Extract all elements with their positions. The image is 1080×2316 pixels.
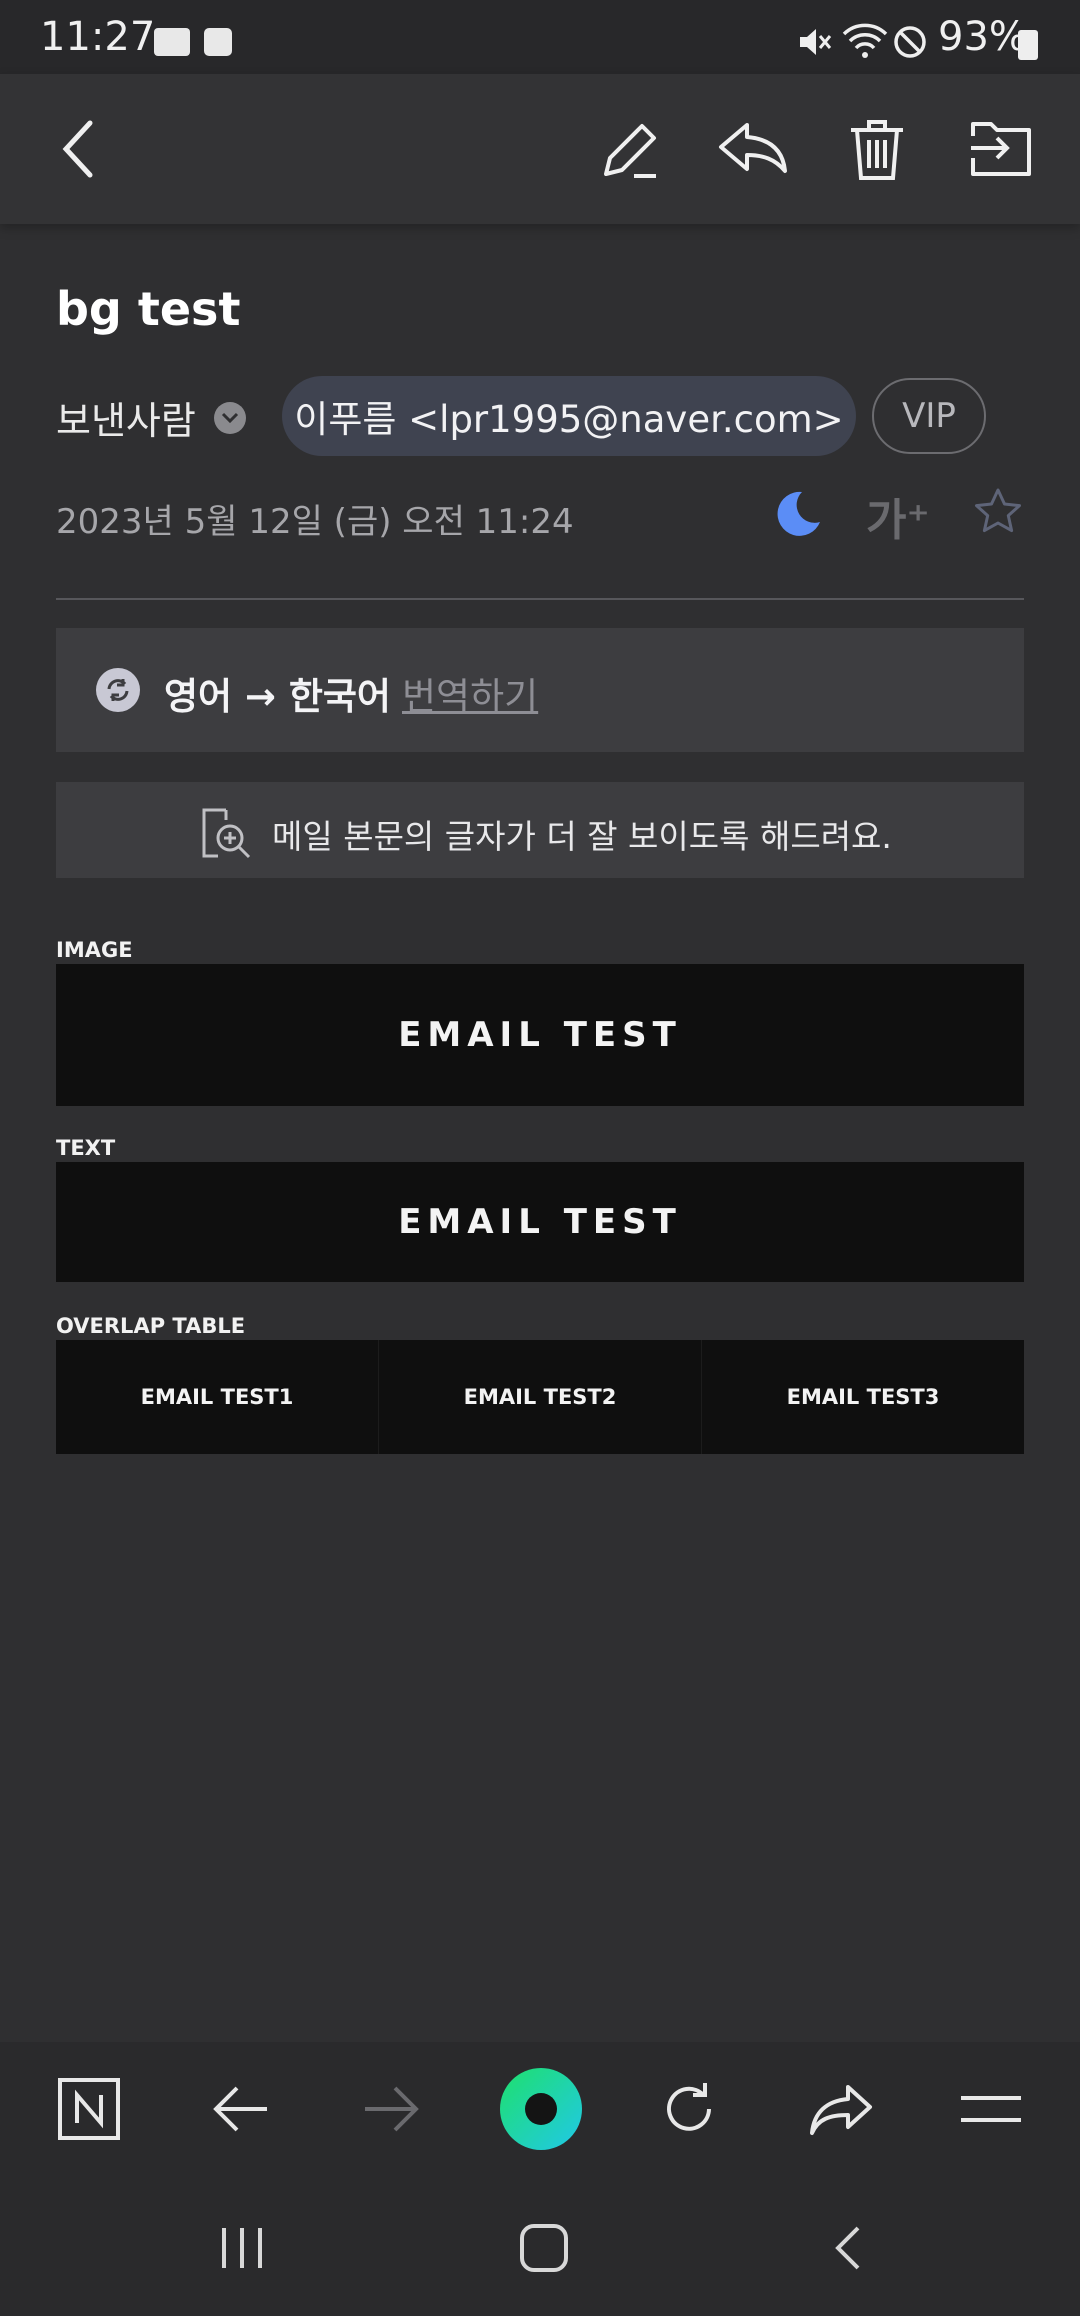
battery-percent: 93% <box>938 14 1027 60</box>
wifi-icon <box>842 23 888 58</box>
move-folder-icon <box>971 122 1031 176</box>
naver-n-icon <box>58 2078 120 2140</box>
email-date: 2023년 5월 12일 (금) 오전 11:24 <box>56 502 574 542</box>
recent-apps-icon[interactable] <box>218 2224 266 2272</box>
share-button[interactable] <box>796 2064 886 2154</box>
menu-icon <box>961 2096 1021 2122</box>
email-test-text: EMAIL TEST <box>56 1162 1024 1282</box>
outlook-notification-icon <box>154 28 190 56</box>
reply-icon <box>719 123 787 173</box>
sender-chip[interactable]: 이푸름 <lpr1995@naver.com> <box>282 376 856 456</box>
translate-link[interactable]: 번역하기 <box>402 666 538 720</box>
browser-forward-button[interactable] <box>346 2064 436 2154</box>
battery-icon <box>1018 30 1038 60</box>
arrow-right-icon <box>365 2086 419 2132</box>
mail-toolbar <box>0 74 1080 224</box>
delete-button[interactable] <box>832 104 922 194</box>
reply-button[interactable] <box>708 104 798 194</box>
trash-icon <box>851 120 903 180</box>
green-dot-icon <box>500 2068 582 2150</box>
edit-button[interactable] <box>586 104 676 194</box>
translate-languages: 영어 → 한국어 <box>164 675 391 718</box>
table-cell: EMAIL TEST2 <box>378 1340 701 1454</box>
star-icon[interactable] <box>972 486 1024 538</box>
naver-home-button[interactable] <box>44 2064 134 2154</box>
vip-button[interactable]: VIP <box>872 378 986 454</box>
status-bar: 11:27 93% <box>0 0 1080 74</box>
header-divider <box>56 598 1024 600</box>
mute-icon <box>800 29 832 55</box>
system-back-icon[interactable] <box>830 2224 866 2272</box>
home-icon[interactable] <box>518 2222 570 2274</box>
browser-toolbar <box>0 2042 1080 2176</box>
pencil-icon <box>604 124 656 178</box>
dark-mode-moon-icon[interactable] <box>772 488 824 540</box>
browser-menu-button[interactable] <box>946 2064 1036 2154</box>
refresh-button[interactable] <box>644 2064 734 2154</box>
overlap-table: EMAIL TEST1 EMAIL TEST2 EMAIL TEST3 <box>56 1340 1024 1454</box>
clock-notification-icon <box>204 28 232 56</box>
share-arrow-icon <box>810 2085 872 2135</box>
status-time: 11:27 <box>40 14 156 60</box>
back-button[interactable] <box>34 104 124 194</box>
system-nav-bar <box>0 2176 1080 2316</box>
text-section-label: TEXT <box>56 1136 116 1160</box>
translate-icon <box>96 668 140 712</box>
font-size-button[interactable]: 가⁺ <box>866 484 930 548</box>
back-icon <box>62 120 93 178</box>
green-dot-button[interactable] <box>496 2064 586 2154</box>
sender-expand-button[interactable] <box>214 402 246 434</box>
refresh-icon <box>667 2083 711 2131</box>
table-section-label: OVERLAP TABLE <box>56 1314 246 1338</box>
readability-banner-text: 메일 본문의 글자가 더 잘 보이도록 해드려요. <box>272 817 892 856</box>
table-cell: EMAIL TEST3 <box>701 1340 1024 1454</box>
chevron-down-icon <box>221 412 239 424</box>
zoom-document-icon <box>202 808 251 859</box>
image-section-label: IMAGE <box>56 938 133 962</box>
sender-label: 보낸사람 <box>56 399 196 443</box>
table-cell: EMAIL TEST1 <box>140 1385 294 1409</box>
email-subject: bg test <box>56 282 241 336</box>
browser-back-button[interactable] <box>196 2064 286 2154</box>
move-button[interactable] <box>956 104 1046 194</box>
email-test-image: EMAIL TEST <box>56 964 1024 1106</box>
dnd-icon <box>894 26 926 58</box>
arrow-left-icon <box>213 2086 267 2132</box>
